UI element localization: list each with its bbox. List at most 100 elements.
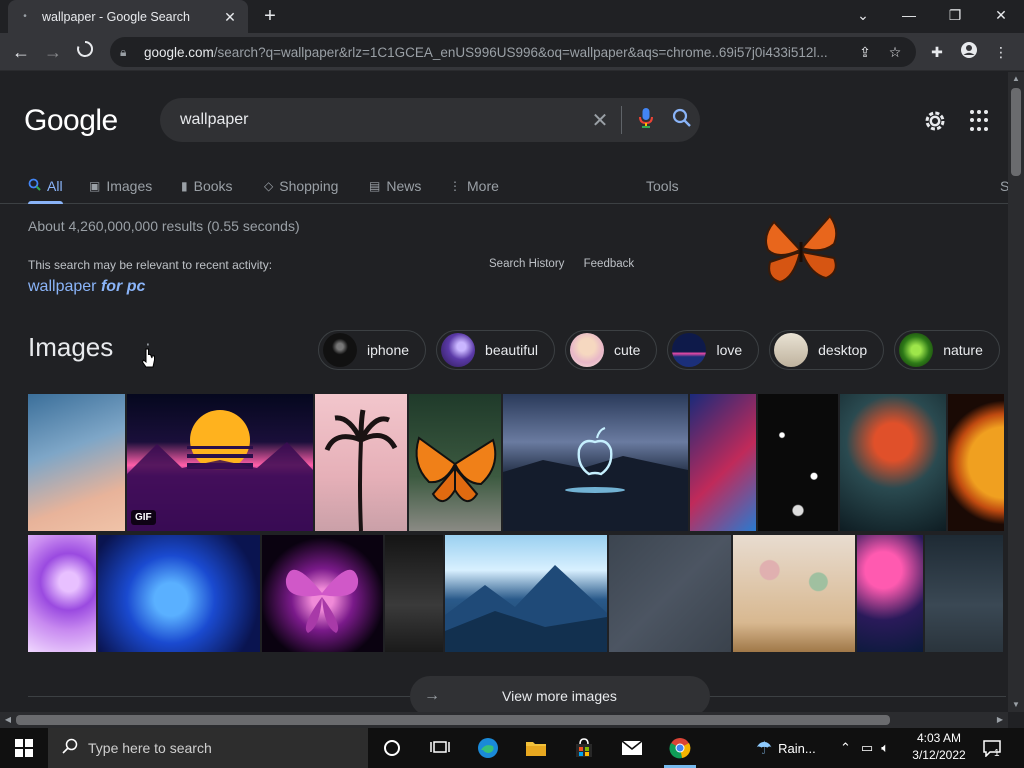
- search-input[interactable]: wallpaper: [180, 111, 585, 129]
- vertical-scroll-thumb[interactable]: [1011, 88, 1021, 176]
- image-result-space-doodles[interactable]: [758, 394, 838, 531]
- tab-all[interactable]: All: [28, 172, 63, 204]
- taskbar-clock[interactable]: 4:03 AM 3/12/2022: [904, 730, 974, 764]
- image-result-floral-chair[interactable]: [733, 535, 855, 652]
- tab-shopping[interactable]: ◇ Shopping: [264, 172, 338, 200]
- voice-search-icon[interactable]: [628, 107, 664, 134]
- scroll-left-arrow-icon[interactable]: ◀: [0, 712, 16, 728]
- google-apps-grid-icon[interactable]: [970, 110, 992, 132]
- browser-tab[interactable]: • wallpaper - Google Search ✕: [8, 0, 248, 33]
- stop-loading-button[interactable]: [72, 39, 98, 65]
- safesearch-button[interactable]: S: [1000, 172, 1008, 200]
- image-grid-row-2: [28, 535, 1003, 652]
- chip-desktop[interactable]: desktop: [769, 330, 885, 370]
- start-button[interactable]: [0, 728, 48, 768]
- tab-images[interactable]: ▣ Images: [89, 172, 152, 200]
- volume-muted-icon[interactable]: 🔈︎: [881, 740, 889, 756]
- settings-gear-icon[interactable]: [922, 108, 948, 134]
- notification-center-button[interactable]: 1: [982, 728, 1001, 768]
- scroll-down-arrow-icon[interactable]: ▼: [1008, 698, 1024, 712]
- new-tab-button[interactable]: +: [258, 5, 282, 29]
- chip-nature[interactable]: nature: [894, 330, 1000, 370]
- lock-icon[interactable]: 🔒︎: [120, 45, 134, 60]
- mountain-graphic: [445, 565, 607, 652]
- image-result-palm-sunset[interactable]: [28, 394, 125, 531]
- image-result-dark-creature[interactable]: [925, 535, 1003, 652]
- mail-envelope-icon: [621, 740, 643, 755]
- image-result-purple-bubbles[interactable]: [28, 535, 96, 652]
- taskbar-search-icon: [62, 738, 78, 759]
- apple-logo-graphic: [503, 427, 688, 531]
- google-logo[interactable]: Google: [24, 104, 118, 138]
- restore-button[interactable]: ❐: [932, 0, 978, 33]
- image-result-dark-smoke[interactable]: [385, 535, 443, 652]
- search-history-link[interactable]: Search History: [489, 258, 564, 270]
- notification-count: 1: [994, 747, 1000, 759]
- image-result-planet[interactable]: [948, 394, 1004, 531]
- image-result-neon-hoodie[interactable]: [857, 535, 923, 652]
- image-result-autumn-tree[interactable]: [840, 394, 946, 531]
- taskbar-mail[interactable]: [608, 728, 656, 768]
- chip-thumbnail: [569, 333, 604, 367]
- view-more-images-button[interactable]: → View more images: [410, 676, 710, 712]
- image-result-neon-butterfly[interactable]: [262, 535, 383, 652]
- tray-chevron-up-icon[interactable]: ⌃: [840, 740, 851, 756]
- cortana-button[interactable]: [368, 728, 416, 768]
- image-result-spiderman[interactable]: [98, 535, 260, 652]
- url-text[interactable]: google.com/search?q=wallpaper&rlz=1C1GCE…: [144, 45, 846, 60]
- related-search-link[interactable]: wallpaper for pc: [28, 278, 145, 296]
- horizontal-scroll-thumb[interactable]: [16, 715, 890, 725]
- vertical-scrollbar[interactable]: ▲ ▼: [1008, 72, 1024, 712]
- image-result-blue-mountains[interactable]: [445, 535, 607, 652]
- back-button[interactable]: ←: [8, 39, 34, 65]
- task-view-button[interactable]: [416, 728, 464, 768]
- scroll-right-arrow-icon[interactable]: ▶: [992, 712, 1008, 728]
- clear-search-icon[interactable]: ✕: [585, 108, 615, 133]
- chrome-menu-icon[interactable]: ⋮: [990, 41, 1012, 63]
- image-result-retro-sunset[interactable]: GIF: [127, 394, 313, 531]
- image-result-neon-wolf[interactable]: [690, 394, 756, 531]
- forward-button[interactable]: →: [40, 39, 66, 65]
- tab-news[interactable]: ▤ News: [369, 172, 421, 200]
- chip-cute[interactable]: cute: [564, 330, 658, 370]
- address-bar[interactable]: 🔒︎ google.com/search?q=wallpaper&rlz=1C1…: [110, 37, 916, 67]
- image-result-palm-silhouette[interactable]: [315, 394, 407, 531]
- feedback-link[interactable]: Feedback: [584, 258, 635, 270]
- image-result-apple-logo-lake[interactable]: [503, 394, 688, 531]
- chrome-icon: [669, 738, 691, 759]
- search-box[interactable]: wallpaper ✕: [160, 98, 700, 142]
- taskbar-edge[interactable]: [464, 728, 512, 768]
- chip-beautiful[interactable]: beautiful: [436, 330, 555, 370]
- taskbar-chrome[interactable]: [656, 728, 704, 768]
- minimize-button[interactable]: —: [886, 0, 932, 33]
- search-magnifier-icon[interactable]: [664, 108, 700, 133]
- horizontal-scrollbar[interactable]: ◀ ▶: [0, 712, 1008, 728]
- close-window-button[interactable]: ✕: [978, 0, 1024, 33]
- cortana-circle-icon: [384, 740, 400, 756]
- weather-widget[interactable]: ☂ Rain...: [756, 728, 816, 768]
- network-icon[interactable]: ▭: [861, 740, 873, 756]
- tools-button[interactable]: Tools: [646, 172, 679, 200]
- bookmark-star-icon[interactable]: ☆: [884, 41, 906, 63]
- profile-avatar-icon[interactable]: [958, 41, 980, 63]
- chrome-tab-strip: • wallpaper - Google Search ✕ + ⌄ — ❐ ✕: [0, 0, 1024, 33]
- arrow-right-icon: →: [424, 687, 440, 704]
- share-icon[interactable]: ⇪: [854, 41, 876, 63]
- close-tab-icon[interactable]: ✕: [222, 9, 238, 25]
- tab-more[interactable]: ⋮ More: [449, 172, 499, 200]
- tab-books[interactable]: ▮ Books: [181, 172, 233, 200]
- browser-toolbar: ← → 🔒︎ google.com/search?q=wallpaper&rlz…: [0, 33, 1024, 71]
- scroll-up-arrow-icon[interactable]: ▲: [1008, 72, 1024, 86]
- extensions-icon[interactable]: ✚: [926, 41, 948, 63]
- chip-love[interactable]: love: [667, 330, 760, 370]
- taskbar-store[interactable]: [560, 728, 608, 768]
- taskbar-search-box[interactable]: Type here to search: [48, 728, 368, 768]
- task-view-icon: [430, 741, 450, 753]
- taskbar-file-explorer[interactable]: [512, 728, 560, 768]
- image-result-butterfly-road[interactable]: [409, 394, 501, 531]
- chip-thumbnail: [774, 333, 809, 367]
- search-type-tabs: All ▣ Images ▮ Books ◇ Shopping ▤ News ⋮ More…: [0, 168, 1008, 204]
- tab-search-chevron-icon[interactable]: ⌄: [840, 0, 886, 33]
- image-result-plant-shelf[interactable]: [609, 535, 731, 652]
- chip-iphone[interactable]: iphone: [318, 330, 427, 370]
